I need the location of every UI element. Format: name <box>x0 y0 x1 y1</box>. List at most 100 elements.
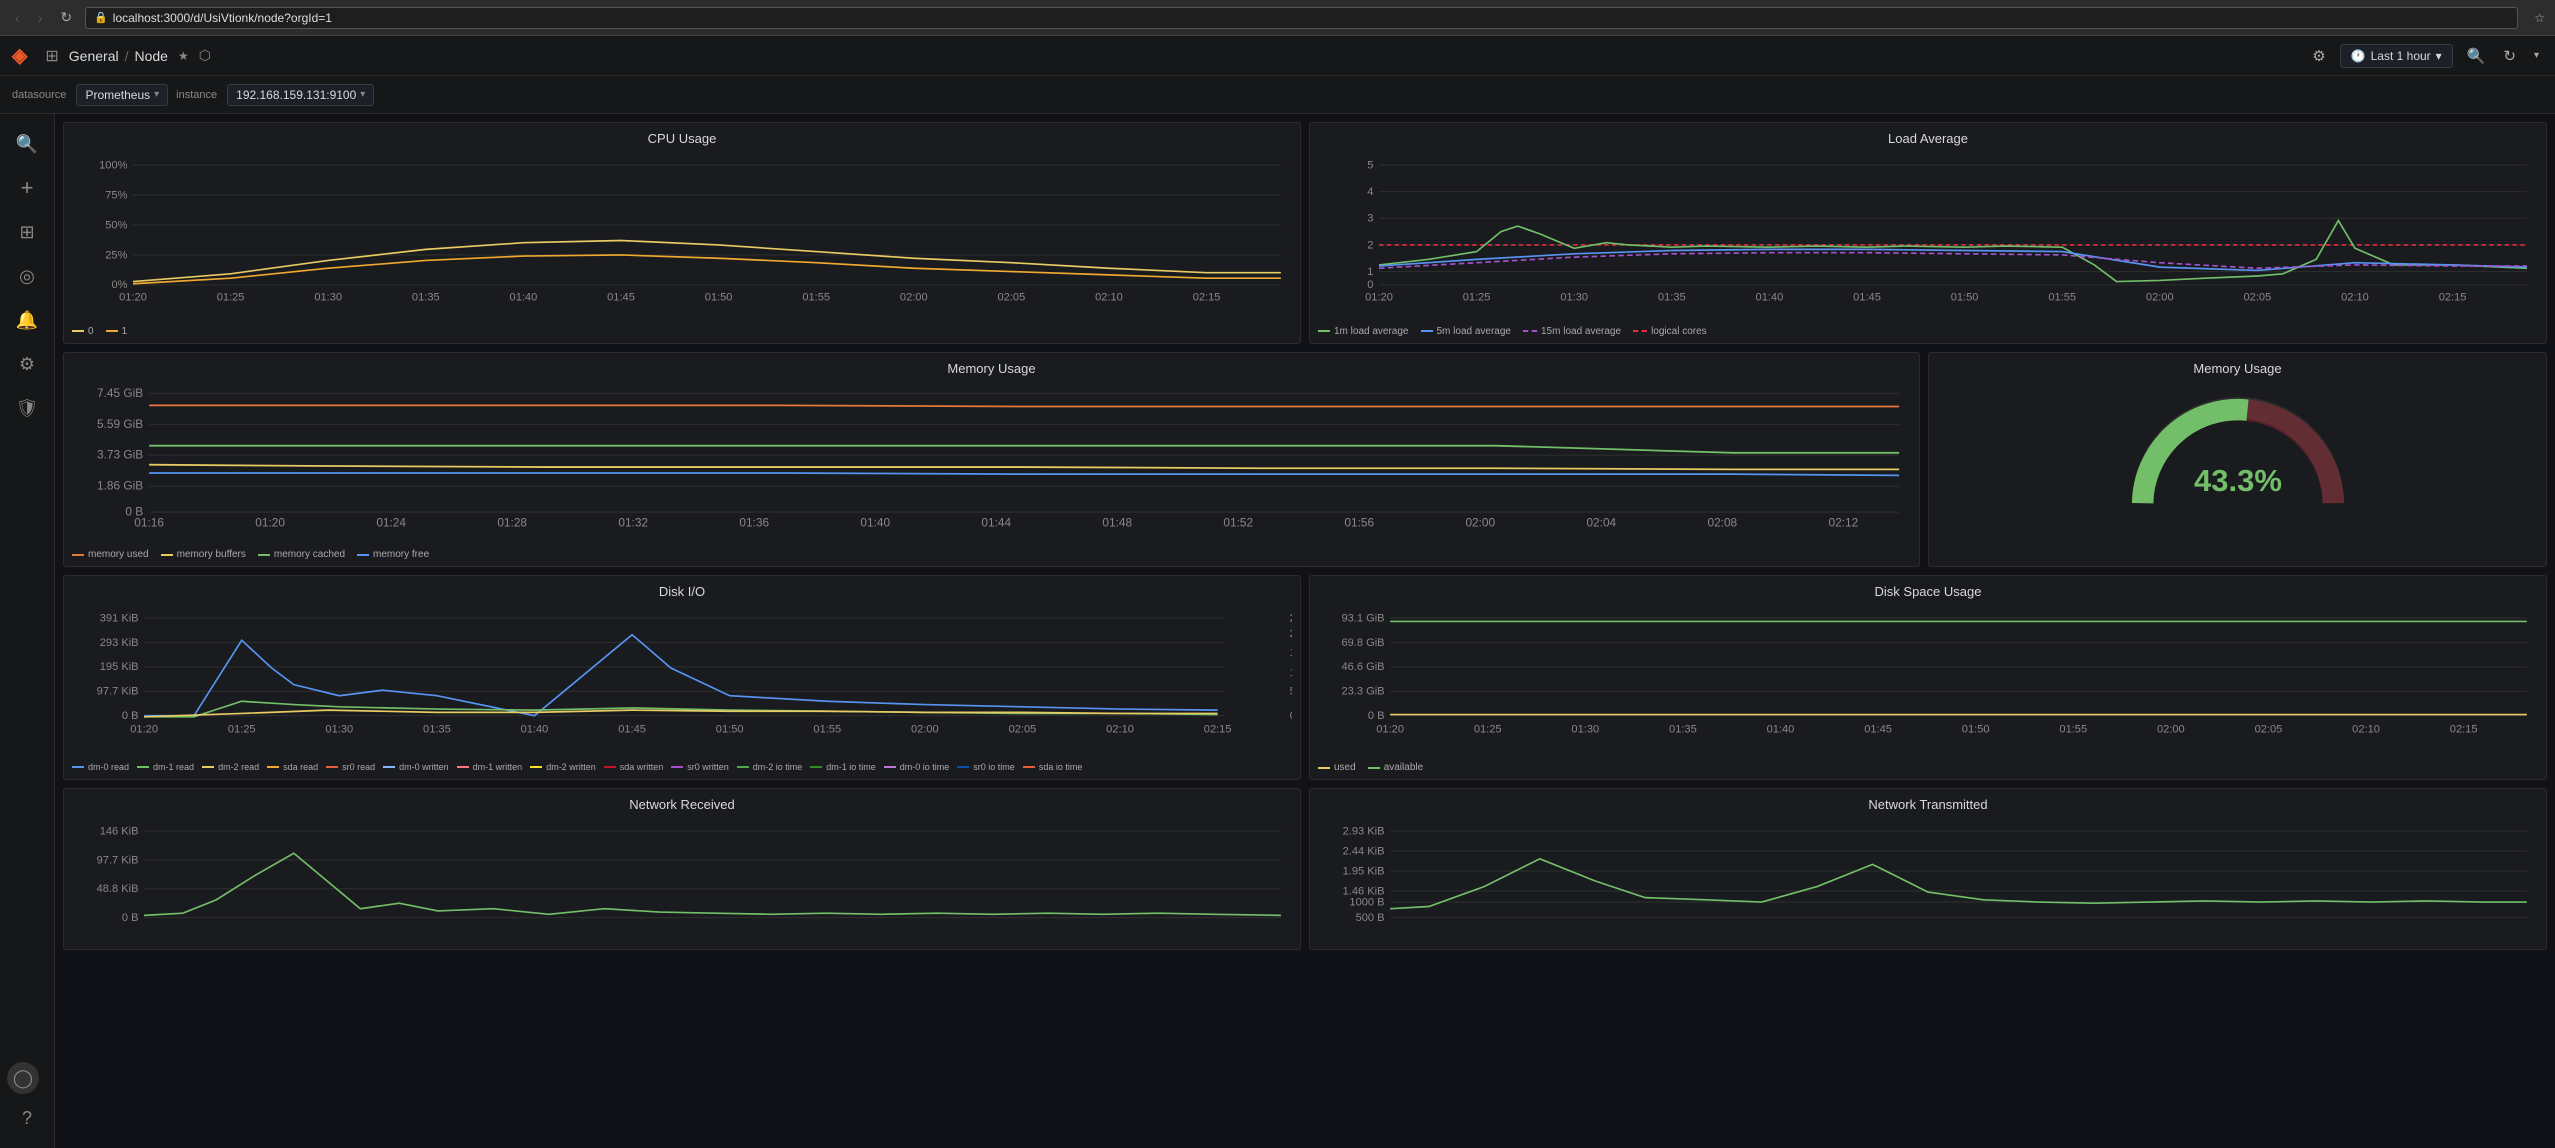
settings-button[interactable]: ⚙ <box>2308 43 2329 69</box>
legend-load-5m: 5m load average <box>1421 326 1512 337</box>
network-transmitted-panel: Network Transmitted 2.93 KiB <box>1309 788 2547 950</box>
svg-text:02:12: 02:12 <box>1829 515 1859 529</box>
svg-text:69.8 GiB: 69.8 GiB <box>1341 637 1384 649</box>
svg-text:02:15: 02:15 <box>2450 723 2478 735</box>
forward-button[interactable]: › <box>33 8 48 28</box>
svg-text:01:35: 01:35 <box>1658 291 1686 303</box>
svg-text:5 ms: 5 ms <box>1290 686 1292 698</box>
grid-icon: ⊞ <box>45 46 58 66</box>
network-received-chart: 146 KiB 97.7 KiB 48.8 KiB 0 B <box>64 816 1300 949</box>
url-text: localhost:3000/d/UsiVtionk/node?orgId=1 <box>113 11 332 25</box>
breadcrumb: General / Node <box>69 48 168 64</box>
url-bar[interactable]: 🔒 localhost:3000/d/UsiVtionk/node?orgId=… <box>85 7 2518 29</box>
svg-text:02:08: 02:08 <box>1707 515 1737 529</box>
share-icon[interactable]: ⬡ <box>199 47 211 64</box>
instance-value: 192.168.159.131:9100 <box>236 88 356 102</box>
breadcrumb-node[interactable]: Node <box>135 48 168 64</box>
svg-text:01:30: 01:30 <box>325 723 353 735</box>
time-range-picker[interactable]: 🕐 Last 1 hour ▾ <box>2340 44 2453 68</box>
sidebar-item-settings[interactable]: ⚙ <box>7 344 47 384</box>
legend-disk-used-label: used <box>1334 762 1356 773</box>
cpu-usage-legend: 0 1 <box>64 322 1300 343</box>
row1: CPU Usage 100% 75% 50% <box>63 122 2547 344</box>
reload-button[interactable]: ↻ <box>55 7 77 28</box>
star-icon[interactable]: ★ <box>178 49 189 63</box>
sidebar: 🔍 + ⊞ ◎ 🔔 ⚙ 🛡 ◯ ? <box>0 114 55 1148</box>
legend-cpu-0-label: 0 <box>88 326 94 337</box>
svg-text:02:15: 02:15 <box>1204 723 1232 735</box>
svg-text:01:40: 01:40 <box>510 291 538 303</box>
sidebar-item-profile[interactable]: ◯ <box>7 1062 39 1094</box>
svg-text:01:30: 01:30 <box>1571 723 1599 735</box>
svg-text:1: 1 <box>1367 266 1373 278</box>
svg-text:01:45: 01:45 <box>1853 291 1881 303</box>
svg-text:43.3%: 43.3% <box>2194 464 2282 499</box>
svg-text:5: 5 <box>1367 159 1373 171</box>
network-received-panel: Network Received 146 KiB 97.7 KiB 48.8 K… <box>63 788 1301 950</box>
datasource-value: Prometheus <box>85 88 150 102</box>
legend-dm0-io: dm-0 io time <box>884 762 950 772</box>
svg-text:75%: 75% <box>105 189 127 201</box>
svg-text:01:44: 01:44 <box>981 515 1011 529</box>
instance-dropdown[interactable]: 192.168.159.131:9100 ▾ <box>227 84 374 106</box>
svg-text:48.8 KiB: 48.8 KiB <box>97 883 139 895</box>
sidebar-item-help[interactable]: ? <box>7 1098 47 1138</box>
svg-text:01:36: 01:36 <box>739 515 769 529</box>
svg-text:01:56: 01:56 <box>1344 515 1374 529</box>
refresh-button[interactable]: ↻ <box>2499 43 2520 69</box>
svg-text:01:25: 01:25 <box>217 291 245 303</box>
legend-load-logical: logical cores <box>1633 326 1707 337</box>
sidebar-item-search[interactable]: 🔍 <box>7 124 47 164</box>
svg-text:10 ms: 10 ms <box>1290 667 1292 679</box>
svg-text:293 KiB: 293 KiB <box>100 637 139 649</box>
zoom-out-button[interactable]: 🔍 <box>2463 43 2490 69</box>
memory-usage-panel: Memory Usage 7.45 GiB 5.59 GiB <box>63 352 1920 567</box>
sidebar-item-add[interactable]: + <box>7 168 47 208</box>
disk-io-panel: Disk I/O 391 KiB 293 KiB 195 <box>63 575 1301 780</box>
svg-text:195 KiB: 195 KiB <box>100 661 139 673</box>
sidebar-item-alerts[interactable]: 🔔 <box>7 300 47 340</box>
legend-dm2-io: dm-2 io time <box>737 762 803 772</box>
instance-label: instance <box>176 89 217 101</box>
svg-text:7.45 GiB: 7.45 GiB <box>97 386 143 400</box>
legend-load-5m-label: 5m load average <box>1437 326 1512 337</box>
svg-text:02:00: 02:00 <box>900 291 928 303</box>
cpu-usage-panel: CPU Usage 100% 75% 50% <box>63 122 1301 344</box>
back-button[interactable]: ‹ <box>10 8 25 28</box>
svg-text:01:20: 01:20 <box>1365 291 1393 303</box>
legend-mem-cached-color <box>258 554 270 556</box>
bookmark-icon[interactable]: ☆ <box>2534 11 2545 25</box>
svg-text:02:00: 02:00 <box>2146 291 2174 303</box>
sidebar-item-explore[interactable]: ◎ <box>7 256 47 296</box>
datasource-dropdown[interactable]: Prometheus ▾ <box>76 84 168 106</box>
svg-text:93.1 GiB: 93.1 GiB <box>1341 612 1384 624</box>
legend-sda-written: sda written <box>604 762 664 772</box>
svg-text:50%: 50% <box>105 219 127 231</box>
main-layout: 🔍 + ⊞ ◎ 🔔 ⚙ 🛡 ◯ ? CPU Usage <box>0 114 2555 1148</box>
svg-text:0: 0 <box>1367 279 1373 291</box>
sidebar-item-apps[interactable]: ⊞ <box>7 212 47 252</box>
cpu-usage-title: CPU Usage <box>64 123 1300 150</box>
refresh-caret-button[interactable]: ▾ <box>2530 46 2543 65</box>
legend-load-1m-color <box>1318 330 1330 332</box>
svg-text:01:25: 01:25 <box>228 723 256 735</box>
filter-bar: datasource Prometheus ▾ instance 192.168… <box>0 76 2555 114</box>
svg-text:01:25: 01:25 <box>1463 291 1491 303</box>
svg-text:01:50: 01:50 <box>1962 723 1990 735</box>
memory-gauge-panel: Memory Usage 43.3% <box>1928 352 2547 567</box>
sidebar-bottom: ◯ ? <box>7 1062 47 1148</box>
memory-usage-svg: 7.45 GiB 5.59 GiB 3.73 GiB 1.86 GiB 0 B … <box>72 384 1911 538</box>
breadcrumb-general[interactable]: General <box>69 48 119 64</box>
legend-mem-free-label: memory free <box>373 549 429 560</box>
svg-text:23.3 GiB: 23.3 GiB <box>1341 686 1384 698</box>
svg-text:0 B: 0 B <box>122 710 139 722</box>
svg-text:01:40: 01:40 <box>1756 291 1784 303</box>
svg-text:02:05: 02:05 <box>998 291 1026 303</box>
topbar-right: ⚙ 🕐 Last 1 hour ▾ 🔍 ↻ ▾ <box>2308 43 2543 69</box>
sidebar-item-shield[interactable]: 🛡 <box>7 388 47 428</box>
legend-sda-read: sda read <box>267 762 318 772</box>
svg-text:02:00: 02:00 <box>911 723 939 735</box>
svg-text:01:20: 01:20 <box>130 723 158 735</box>
network-transmitted-svg: 2.93 KiB 2.44 KiB 1.95 KiB 1.46 KiB 1000… <box>1318 820 2538 942</box>
svg-text:391 KiB: 391 KiB <box>100 612 139 624</box>
